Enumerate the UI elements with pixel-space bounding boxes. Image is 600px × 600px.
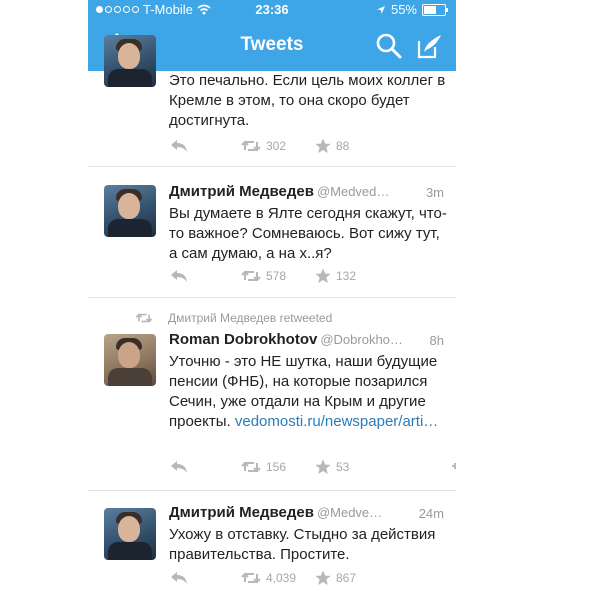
tweet-actions: 4,039 867 xyxy=(169,569,356,587)
avatar[interactable] xyxy=(104,35,156,87)
status-bar: T-Mobile 23:36 55% xyxy=(88,0,456,20)
star-icon xyxy=(315,268,331,283)
tweet-time: 8h xyxy=(429,333,444,348)
retweet-button[interactable]: 4,039 xyxy=(241,571,315,585)
retweet-count: 4,039 xyxy=(266,571,297,585)
favorite-count: 53 xyxy=(336,460,350,474)
retweet-icon xyxy=(241,572,261,584)
divider xyxy=(88,490,456,491)
reply-button[interactable] xyxy=(169,269,241,283)
status-right: 55% xyxy=(376,2,448,17)
favorite-count: 132 xyxy=(336,269,357,283)
battery-percent: 55% xyxy=(390,2,417,17)
follow-button[interactable] xyxy=(451,459,456,475)
favorite-button[interactable]: 132 xyxy=(315,268,356,284)
favorite-count: 867 xyxy=(336,571,357,585)
search-icon[interactable] xyxy=(375,32,403,60)
tweet-link[interactable]: vedomosti.ru/newspaper/arti… xyxy=(235,413,438,430)
reply-button[interactable] xyxy=(169,571,241,585)
reply-icon xyxy=(171,140,187,152)
avatar[interactable] xyxy=(104,508,156,560)
retweet-count: 156 xyxy=(266,460,287,474)
favorite-button[interactable]: 867 xyxy=(315,570,356,586)
retweet-icon xyxy=(241,461,261,473)
retweet-count: 302 xyxy=(266,139,287,153)
retweet-button[interactable]: 156 xyxy=(241,460,315,474)
star-icon xyxy=(315,138,331,153)
author-name[interactable]: Дмитрий Медведев @Medve… xyxy=(169,504,382,521)
retweet-count: 578 xyxy=(266,269,287,283)
author-handle: @Medved… xyxy=(316,184,390,199)
phone-screen: T-Mobile 23:36 55% Tweets Это печально. … xyxy=(88,0,456,600)
compose-icon[interactable] xyxy=(416,32,444,60)
divider xyxy=(88,297,456,298)
tweet-text: Ухожу в отставку. Стыдно за действия пра… xyxy=(169,526,436,563)
retweet-button[interactable]: 578 xyxy=(241,269,315,283)
tweet-text: Уточню - это НЕ шутка, наши будущие пенс… xyxy=(169,352,447,432)
favorite-button[interactable]: 53 xyxy=(315,459,451,475)
tweet-time: 24m xyxy=(418,506,444,521)
author-name[interactable]: Roman Dobrokhotov @Dobrokho… xyxy=(169,331,403,348)
location-arrow-icon xyxy=(376,5,385,14)
retweeted-by-label: Дмитрий Медведев retweeted xyxy=(168,311,333,325)
retweet-icon xyxy=(241,140,261,152)
tweet-text: Это печально. Если цель моих коллег в Кр… xyxy=(169,72,446,129)
author-name[interactable]: Дмитрий Медведев @Medved… xyxy=(169,183,389,200)
tweet-text: Вы думаете в Ялте сегодня скажут, что-то… xyxy=(169,205,447,262)
reply-icon xyxy=(171,461,187,473)
retweet-icon xyxy=(241,270,261,282)
tweet-actions: 302 88 xyxy=(169,137,349,155)
avatar[interactable] xyxy=(104,185,156,237)
author-display-name: Дмитрий Медведев xyxy=(169,183,314,200)
author-handle: @Medve… xyxy=(316,505,383,520)
author-handle: @Dobrokho… xyxy=(320,332,403,347)
star-icon xyxy=(315,570,331,585)
reply-icon xyxy=(171,572,187,584)
retweet-icon xyxy=(135,313,153,323)
tweet-actions: 578 132 xyxy=(169,267,356,285)
tweet-actions: 156 53 xyxy=(169,458,456,476)
battery-icon xyxy=(422,3,448,16)
author-display-name: Дмитрий Медведев xyxy=(169,504,314,521)
reply-button[interactable] xyxy=(169,139,241,153)
reply-icon xyxy=(171,270,187,282)
avatar[interactable] xyxy=(104,334,156,386)
reply-button[interactable] xyxy=(169,460,241,474)
divider xyxy=(88,166,456,167)
favorite-button[interactable]: 88 xyxy=(315,138,349,154)
retweet-button[interactable]: 302 xyxy=(241,139,315,153)
follow-user-icon xyxy=(452,463,456,469)
favorite-count: 88 xyxy=(336,139,350,153)
star-icon xyxy=(315,459,331,474)
tweet-time: 3m xyxy=(425,185,444,200)
author-display-name: Roman Dobrokhotov xyxy=(169,331,318,348)
retweeted-by: Дмитрий Медведев retweeted xyxy=(135,311,332,325)
